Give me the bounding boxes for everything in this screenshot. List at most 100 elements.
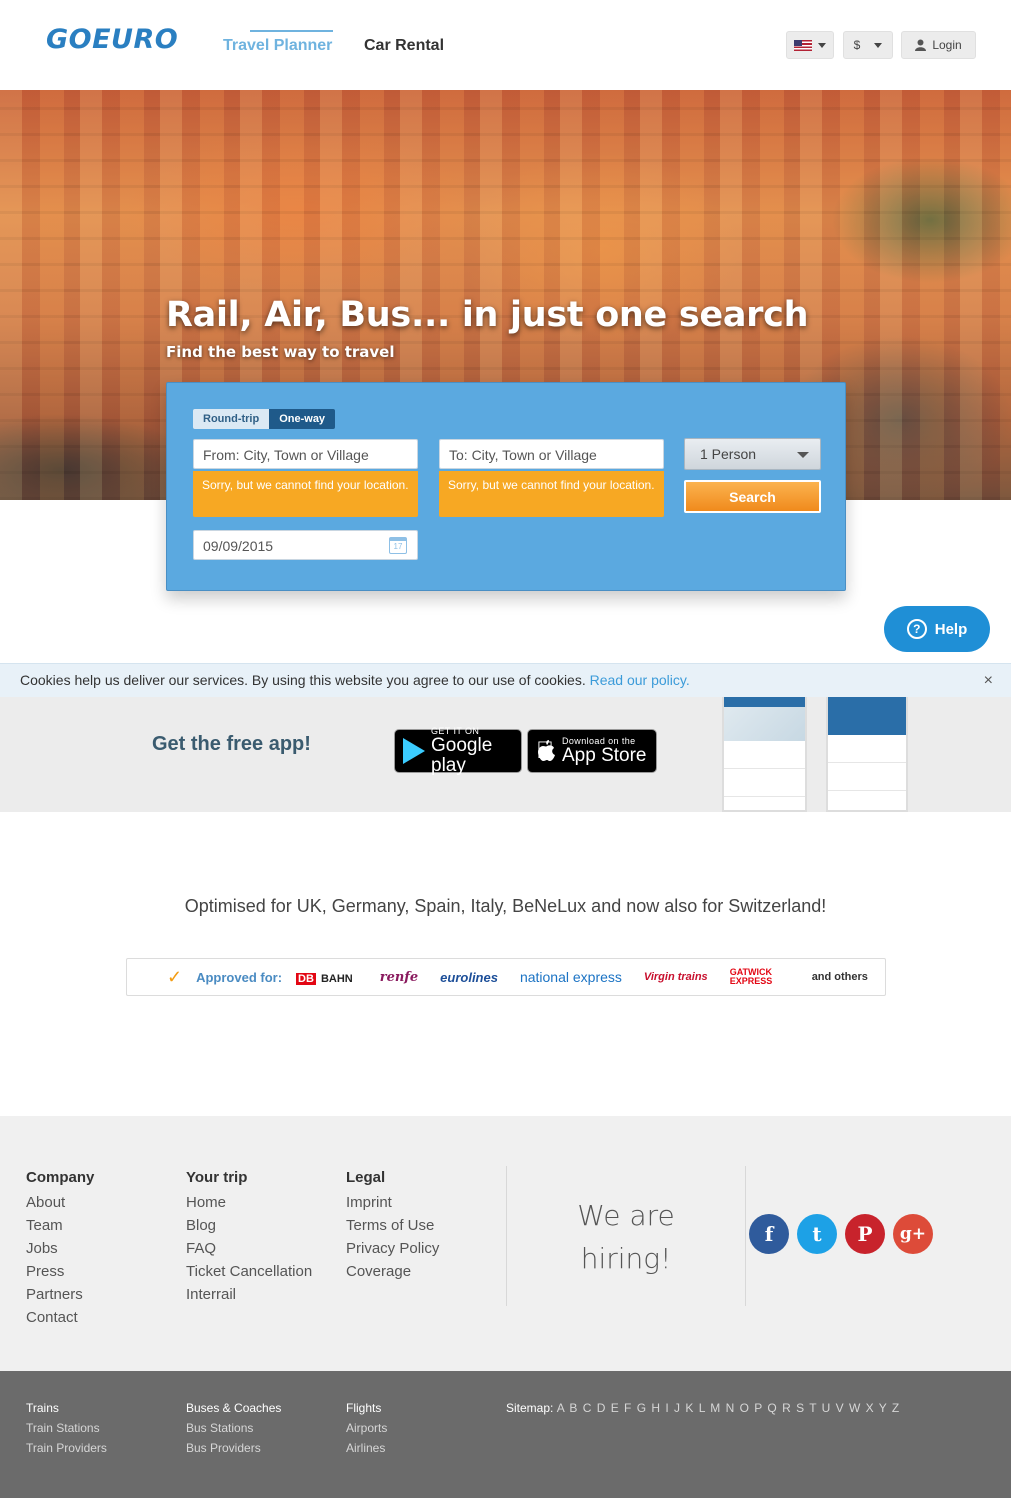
footer-link-airports[interactable]: Airports xyxy=(346,1418,387,1438)
footer-link-imprint[interactable]: Imprint xyxy=(346,1191,439,1214)
phone-row xyxy=(724,797,805,812)
nav-travel-planner[interactable]: Travel Planner xyxy=(223,37,332,55)
site-header: GOEURO Travel Planner Car Rental $ Login xyxy=(0,0,1011,90)
footer-company-column: Company About Team Jobs Press Partners C… xyxy=(26,1168,94,1329)
google-play-button[interactable]: GET IT ON Google play xyxy=(394,726,522,776)
footer-legal-heading: Legal xyxy=(346,1169,386,1186)
footer-flights-heading[interactable]: Flights xyxy=(346,1398,387,1418)
phone-row xyxy=(828,735,906,763)
footer-company-heading: Company xyxy=(26,1169,95,1186)
language-selector[interactable] xyxy=(786,31,834,59)
footer: Company About Team Jobs Press Partners C… xyxy=(0,1116,1011,1371)
calendar-icon[interactable]: 17 xyxy=(389,537,407,554)
footer-secondary: Trains Train Stations Train Providers Bu… xyxy=(0,1371,1011,1498)
app-promo-title: Get the free app! xyxy=(152,733,311,755)
footer-link-ticket-cancellation[interactable]: Ticket Cancellation xyxy=(186,1260,312,1283)
goeuro-logo[interactable]: GOEURO xyxy=(46,24,178,55)
footer-flights-column: Flights Airports Airlines xyxy=(346,1398,387,1458)
user-icon xyxy=(915,39,927,51)
google-play-icon xyxy=(403,738,425,764)
app-store-big-text: App Store xyxy=(544,745,647,766)
footer-link-partners[interactable]: Partners xyxy=(26,1283,94,1306)
footer-divider xyxy=(506,1166,507,1306)
db-logo-text: DB xyxy=(296,972,316,985)
app-store-button[interactable]:  Download on the App Store xyxy=(527,729,657,773)
footer-link-team[interactable]: Team xyxy=(26,1214,94,1237)
trip-type-toggle: Round-trip One-way xyxy=(193,409,336,429)
facebook-icon[interactable]: f xyxy=(749,1214,789,1254)
question-icon: ? xyxy=(906,619,927,639)
sitemap-letters[interactable]: A B C D E F G H I J K L M N O P Q R S T … xyxy=(557,1401,901,1415)
checkmark-icon: ✓ xyxy=(167,966,183,987)
phone-screenshot xyxy=(826,697,908,812)
google-play-big-text: Google play xyxy=(431,735,493,776)
footer-link-interrail[interactable]: Interrail xyxy=(186,1283,312,1306)
footer-link-airlines[interactable]: Airlines xyxy=(346,1438,387,1458)
phone-row xyxy=(828,763,906,791)
chevron-down-icon xyxy=(797,452,809,458)
approved-label: Approved for: xyxy=(196,969,283,985)
footer-link-privacy[interactable]: Privacy Policy xyxy=(346,1237,439,1260)
footer-link-coverage[interactable]: Coverage xyxy=(346,1260,439,1283)
footer-buses-heading[interactable]: Buses & Coaches xyxy=(186,1398,281,1418)
phone-row xyxy=(724,769,805,797)
to-input[interactable]: To: City, Town or Village xyxy=(439,439,664,469)
from-input[interactable]: From: City, Town or Village xyxy=(193,439,418,469)
one-way-option[interactable]: One-way xyxy=(269,409,336,429)
app-promo: Get the free app! GET IT ON Google play … xyxy=(0,697,1011,812)
footer-link-blog[interactable]: Blog xyxy=(186,1214,312,1237)
currency-selector[interactable]: $ xyxy=(843,31,893,59)
apple-logo-icon xyxy=(538,740,555,761)
phone-header xyxy=(724,697,805,707)
sitemap-label: Sitemap: xyxy=(506,1401,554,1415)
chevron-down-icon xyxy=(818,42,826,48)
partner-gatwick-express: GATWICK EXPRESS xyxy=(729,967,773,986)
partner-virgin-trains: Virgin trains xyxy=(643,971,708,983)
footer-link-press[interactable]: Press xyxy=(26,1260,94,1283)
chevron-down-icon xyxy=(874,42,883,48)
footer-trains-heading[interactable]: Trains xyxy=(26,1398,107,1418)
twitter-icon[interactable]: t xyxy=(797,1214,837,1254)
from-error-message: Sorry, but we cannot find your location. xyxy=(193,471,418,517)
active-nav-indicator xyxy=(250,30,333,32)
footer-trip-heading: Your trip xyxy=(186,1169,248,1186)
cookie-text: Cookies help us deliver our services. By… xyxy=(20,672,590,688)
footer-link-contact[interactable]: Contact xyxy=(26,1306,94,1329)
footer-link-bus-stations[interactable]: Bus Stations xyxy=(186,1418,281,1438)
optimised-message: Optimised for UK, Germany, Spain, Italy,… xyxy=(184,896,827,916)
footer-link-jobs[interactable]: Jobs xyxy=(26,1237,94,1260)
phone-row xyxy=(828,791,906,812)
round-trip-option[interactable]: Round-trip xyxy=(193,409,270,429)
nav-car-rental[interactable]: Car Rental xyxy=(364,37,444,55)
footer-link-train-stations[interactable]: Train Stations xyxy=(26,1418,107,1438)
persons-select[interactable]: 1 Person xyxy=(684,438,821,470)
footer-link-bus-providers[interactable]: Bus Providers xyxy=(186,1438,281,1458)
currency-label: $ xyxy=(853,38,861,52)
help-label: Help xyxy=(934,620,968,638)
hero-title: Rail, Air, Bus... in just one search xyxy=(166,295,809,335)
phone-screenshot xyxy=(722,697,807,812)
footer-link-faq[interactable]: FAQ xyxy=(186,1237,312,1260)
footer-link-home[interactable]: Home xyxy=(186,1191,312,1214)
bahn-text: BAHN xyxy=(320,972,353,985)
partner-renfe: renfe xyxy=(379,969,419,985)
hiring-link[interactable]: We are hiring! xyxy=(546,1194,706,1280)
footer-divider xyxy=(745,1166,746,1306)
login-button[interactable]: Login xyxy=(901,31,976,59)
to-error-message: Sorry, but we cannot find your location. xyxy=(439,471,664,517)
date-input[interactable]: 09/09/2015 17 xyxy=(193,530,418,560)
pinterest-icon[interactable]: P xyxy=(845,1214,885,1254)
footer-link-terms[interactable]: Terms of Use xyxy=(346,1214,439,1237)
cookie-banner: Cookies help us deliver our services. By… xyxy=(0,663,1011,697)
partner-db-bahn: DB BAHN xyxy=(296,970,358,985)
footer-link-train-providers[interactable]: Train Providers xyxy=(26,1438,107,1458)
google-plus-icon[interactable]: g+ xyxy=(893,1214,933,1254)
login-label: Login xyxy=(932,38,962,52)
cookie-policy-link[interactable]: Read our policy. xyxy=(590,672,690,688)
partner-national-express: national express xyxy=(519,969,622,985)
close-icon[interactable]: × xyxy=(984,664,993,697)
footer-link-about[interactable]: About xyxy=(26,1191,94,1214)
help-button[interactable]: ? Help xyxy=(884,606,990,652)
footer-buses-column: Buses & Coaches Bus Stations Bus Provide… xyxy=(186,1398,281,1458)
search-button[interactable]: Search xyxy=(684,480,821,513)
